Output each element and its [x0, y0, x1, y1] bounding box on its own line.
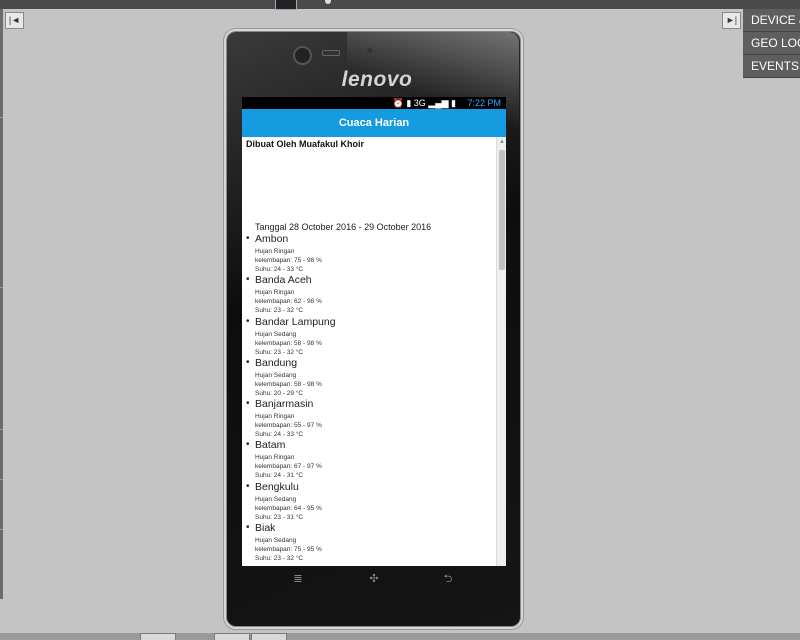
scrollbar-thumb[interactable]	[499, 150, 505, 270]
proximity-sensor	[367, 48, 372, 53]
city-name: Batam	[255, 439, 286, 452]
expand-panel-button[interactable]: ►|	[722, 12, 741, 29]
city-temperature: Suhu: 23 - 32 °C	[255, 307, 304, 315]
bullet-icon: •	[246, 522, 250, 534]
phone-brand-logo: lenovo	[341, 68, 413, 91]
city-weather: Hujan Sedang	[255, 495, 297, 503]
menu-key-icon[interactable]: ≣	[289, 572, 307, 586]
date-range: Tanggal 28 October 2016 - 29 October 201…	[255, 222, 432, 232]
network-indicator: 3G	[413, 98, 426, 108]
city-humidity: kelembapan: 58 - 98 %	[255, 339, 322, 347]
city-temperature: Suhu: 23 - 32 °C	[255, 348, 304, 356]
city-temperature: Suhu: 23 - 32 °C	[255, 555, 304, 563]
bottom-tab-strip	[0, 633, 800, 640]
earpiece-speaker	[322, 50, 340, 56]
city-list: • Ambon Hujan Ringan kelembapan: 75 - 98 …	[242, 233, 496, 563]
list-item: • Bengkulu Hujan Sedang kelembapan: 64 - …	[242, 481, 496, 522]
bullet-icon: •	[246, 233, 250, 244]
city-name: Banjarmasin	[255, 398, 314, 411]
bottom-tab[interactable]	[140, 633, 176, 640]
list-item: • Bandar Lampung Hujan Sedang kelembapan:…	[242, 316, 496, 357]
city-weather: Hujan Sedang	[255, 371, 297, 379]
bullet-icon: •	[246, 274, 250, 286]
screenshot-icon[interactable]	[275, 0, 297, 10]
city-name: Bandung	[255, 356, 298, 369]
front-camera	[293, 46, 312, 65]
list-item: • Banda Aceh Hujan Ringan kelembapan: 62 …	[242, 274, 496, 315]
emulator-top-bar	[0, 0, 800, 10]
city-temperature: Suhu: 24 - 31 °C	[255, 472, 304, 480]
city-temperature: Suhu: 23 - 31 °C	[255, 513, 304, 521]
list-item: • Batam Hujan Ringan kelembapan: 67 - 97 …	[242, 439, 496, 480]
author-credit: Dibuat Oleh Muafakul Khoir	[246, 139, 365, 149]
bullet-icon: •	[246, 439, 250, 451]
hardware-nav-keys: ≣ ✣ ⮌	[227, 572, 520, 592]
phone-frame: lenovo ⏰ ▮ 3G ▂▄▆ ▮ 7:22 PM Cuaca Harian…	[226, 31, 521, 627]
city-humidity: kelembapan: 75 - 98 %	[255, 257, 322, 264]
city-weather: Hujan Sedang	[255, 537, 297, 545]
list-item: • Banjarmasin Hujan Ringan kelembapan: 55…	[242, 398, 496, 439]
bullet-icon: •	[246, 356, 250, 368]
app-title: Cuaca Harian	[338, 117, 410, 129]
list-item: • Bandung Hujan Sedang kelembapan: 58 - 9…	[242, 357, 496, 398]
city-weather: Hujan Ringan	[255, 454, 295, 462]
bullet-icon: •	[246, 398, 250, 410]
collapse-panel-button[interactable]: |◄	[5, 12, 24, 29]
city-name: Ambon	[255, 233, 289, 245]
city-temperature: Suhu: 24 - 33 °C	[255, 266, 304, 273]
city-humidity: kelembapan: 62 - 98 %	[255, 298, 322, 306]
city-weather: Hujan Ringan	[255, 248, 295, 255]
city-name: Bandar Lampung	[255, 315, 336, 328]
list-item: • Biak Hujan Sedang kelembapan: 75 - 95 %…	[242, 522, 496, 563]
status-time: 7:22 PM	[467, 98, 501, 108]
city-temperature: Suhu: 24 - 33 °C	[255, 431, 304, 439]
city-name: Biak	[255, 522, 276, 535]
menu-geo-location[interactable]: GEO LOCATION	[743, 32, 800, 55]
home-key-icon[interactable]: ✣	[365, 572, 383, 586]
left-panel-edge	[0, 9, 3, 599]
city-temperature: Suhu: 20 - 29 °C	[255, 389, 304, 397]
city-humidity: kelembapan: 64 - 95 %	[255, 504, 322, 512]
city-humidity: kelembapan: 75 - 95 %	[255, 546, 322, 554]
app-title-bar: Cuaca Harian	[242, 109, 506, 137]
back-key-icon[interactable]: ⮌	[439, 572, 457, 586]
menu-events[interactable]: EVENTS	[743, 55, 800, 78]
scrollbar[interactable]: ▲	[496, 137, 506, 566]
status-icons: ⏰ ▮ 3G ▂▄▆ ▮	[392, 98, 456, 108]
bottom-tab[interactable]	[214, 633, 250, 640]
phone-screen: ⏰ ▮ 3G ▂▄▆ ▮ 7:22 PM Cuaca Harian Dibuat…	[242, 97, 506, 566]
list-item: • Ambon Hujan Ringan kelembapan: 75 - 98 …	[242, 233, 496, 274]
emulator-side-menu: DEVICE & APPS GEO LOCATION EVENTS	[743, 9, 800, 78]
bottom-tab[interactable]	[251, 633, 287, 640]
bullet-icon: •	[246, 480, 250, 492]
city-weather: Hujan Ringan	[255, 289, 295, 297]
city-humidity: kelembapan: 58 - 98 %	[255, 380, 322, 388]
scroll-up-icon[interactable]: ▲	[499, 139, 505, 145]
page-content[interactable]: Dibuat Oleh Muafakul Khoir Tanggal 28 Oc…	[242, 137, 496, 566]
menu-device-apps[interactable]: DEVICE & APPS	[743, 9, 800, 32]
city-name: Bengkulu	[255, 480, 299, 493]
city-humidity: kelembapan: 55 - 97 %	[255, 422, 322, 430]
bullet-icon: •	[246, 315, 250, 327]
city-weather: Hujan Sedang	[255, 330, 297, 338]
city-humidity: kelembapan: 67 - 97 %	[255, 463, 322, 471]
city-weather: Hujan Ringan	[255, 413, 295, 421]
status-bar: ⏰ ▮ 3G ▂▄▆ ▮ 7:22 PM	[242, 97, 506, 109]
rotate-icon[interactable]	[325, 0, 331, 4]
city-name: Banda Aceh	[255, 274, 312, 287]
